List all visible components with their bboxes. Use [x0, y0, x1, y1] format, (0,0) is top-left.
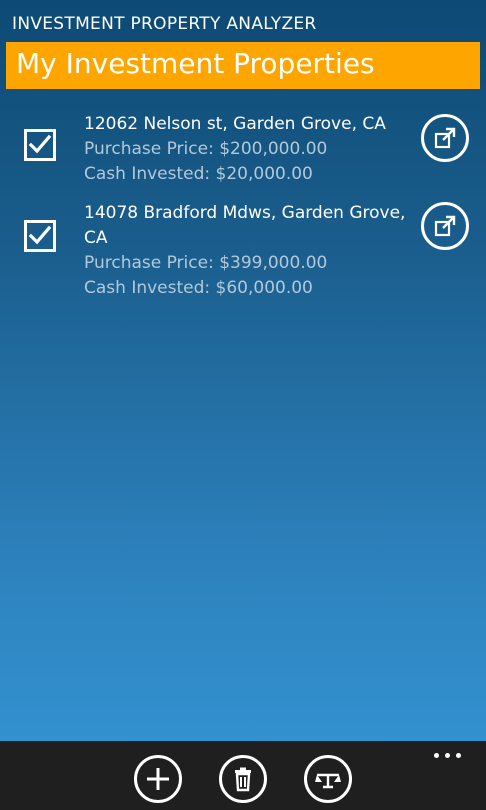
- delete-icon: [235, 767, 251, 792]
- more-icon[interactable]: [434, 753, 466, 761]
- checkmark-icon: [28, 225, 52, 245]
- checkmark-icon: [28, 134, 52, 154]
- property-checkbox[interactable]: [24, 129, 56, 161]
- property-cash-invested: Cash Invested: $20,000.00: [84, 164, 313, 184]
- property-purchase-price: Purchase Price: $399,000.00: [84, 253, 328, 273]
- property-purchase-price: Purchase Price: $200,000.00: [84, 139, 328, 159]
- page-title: My Investment Properties: [16, 47, 375, 80]
- list-item[interactable]: 12062 Nelson st, Garden Grove, CA Purcha…: [0, 110, 486, 190]
- property-details: 14078 Bradford Mdws, Garden Grove, CA Pu…: [84, 201, 422, 301]
- open-external-icon: [434, 127, 456, 149]
- open-property-button[interactable]: [421, 202, 469, 250]
- compare-icon: [315, 773, 341, 789]
- property-address: 12062 Nelson st, Garden Grove, CA: [84, 114, 386, 134]
- delete-property-button[interactable]: [219, 755, 267, 803]
- list-item[interactable]: 14078 Bradford Mdws, Garden Grove, CA Pu…: [0, 201, 486, 305]
- property-details: 12062 Nelson st, Garden Grove, CA Purcha…: [84, 112, 422, 187]
- open-external-icon: [434, 215, 456, 237]
- app-bar: [0, 741, 486, 810]
- app-title: INVESTMENT PROPERTY ANALYZER: [12, 14, 317, 34]
- open-property-button[interactable]: [421, 114, 469, 162]
- property-checkbox[interactable]: [24, 220, 56, 252]
- app-screen: INVESTMENT PROPERTY ANALYZER My Investme…: [0, 0, 486, 810]
- property-address: 14078 Bradford Mdws, Garden Grove, CA: [84, 203, 406, 248]
- add-icon: [147, 768, 169, 790]
- compare-properties-button[interactable]: [304, 755, 352, 803]
- property-cash-invested: Cash Invested: $60,000.00: [84, 278, 313, 298]
- add-property-button[interactable]: [134, 755, 182, 803]
- page-title-bar: My Investment Properties: [6, 42, 480, 89]
